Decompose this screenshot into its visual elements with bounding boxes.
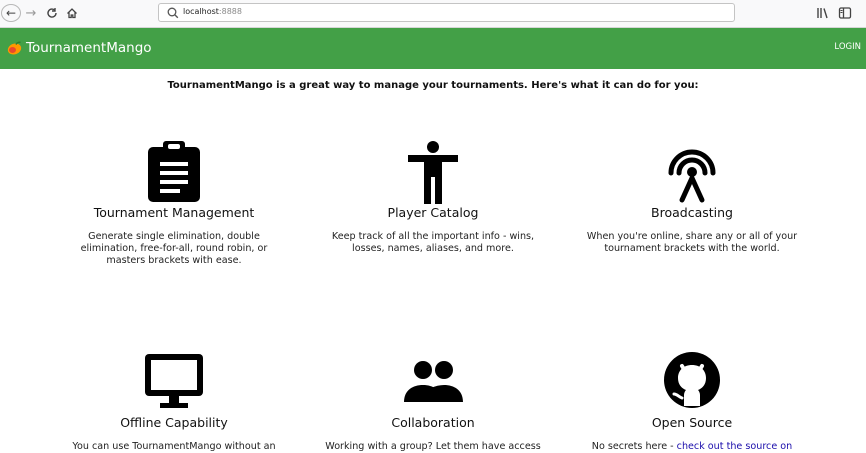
feature-description: Keep track of all the important info - w…	[331, 231, 535, 254]
people-icon	[404, 361, 463, 402]
sidebar-icon[interactable]	[838, 6, 852, 20]
intro-text: TournamentMango is a great way to manage…	[167, 80, 699, 91]
home-button[interactable]	[64, 4, 80, 22]
feature-collaboration: Collaboration Working with a group? Let …	[309, 350, 557, 453]
feature-open-source: Open Source No secrets here - check out …	[568, 350, 816, 453]
url-text: localhost:8888	[183, 7, 242, 16]
reload-icon	[47, 8, 57, 18]
back-button[interactable]: ←	[1, 4, 21, 22]
feature-description: When you're online, share any or all of …	[586, 231, 798, 254]
forward-button[interactable]: →	[23, 4, 39, 22]
feature-broadcasting: Broadcasting When you're online, share a…	[568, 140, 816, 255]
library-icon[interactable]	[816, 6, 830, 20]
person-icon	[408, 141, 458, 204]
app-header: TournamentMango LOGIN	[0, 28, 866, 69]
back-arrow-icon: ←	[5, 6, 17, 20]
home-icon	[67, 8, 77, 19]
broadcast-icon	[668, 149, 716, 203]
forward-arrow-icon: →	[25, 5, 37, 21]
feature-description: Working with a group? Let them have acce…	[325, 441, 541, 452]
monitor-icon	[145, 354, 203, 408]
address-bar[interactable]: localhost:8888	[158, 3, 735, 22]
feature-description: You can use TournamentMango without an	[72, 441, 276, 452]
source-code-link[interactable]: check out the source on	[677, 441, 793, 452]
brand-title: TournamentMango	[26, 40, 152, 56]
feature-player-catalog: Player Catalog Keep track of all the imp…	[309, 140, 557, 255]
github-icon	[664, 352, 720, 408]
feature-offline-capability: Offline Capability You can use Tournamen…	[50, 350, 298, 453]
feature-description-text: No secrets here -	[591, 441, 677, 452]
search-icon	[167, 7, 179, 19]
feature-title: Open Source	[651, 415, 733, 430]
browser-toolbar: ← → localhost:8888	[0, 0, 866, 28]
feature-description: No secrets here - check out the source o…	[568, 441, 816, 453]
feature-tournament-management: Tournament Management Generate single el…	[50, 140, 298, 267]
feature-description: Generate single elimination, double elim…	[80, 231, 268, 266]
feature-title: Offline Capability	[120, 415, 228, 430]
clipboard-icon	[148, 141, 200, 202]
feature-title: Broadcasting	[651, 205, 733, 220]
reload-button[interactable]	[44, 4, 60, 22]
brand-logo-link[interactable]: TournamentMango	[7, 38, 152, 58]
feature-title: Player Catalog	[387, 205, 479, 220]
url-host: localhost	[183, 7, 219, 16]
feature-title: Collaboration	[391, 415, 475, 430]
url-port: :8888	[218, 7, 242, 16]
feature-title: Tournament Management	[93, 205, 255, 220]
mango-logo-icon	[7, 41, 22, 55]
login-link[interactable]: LOGIN	[834, 42, 861, 52]
